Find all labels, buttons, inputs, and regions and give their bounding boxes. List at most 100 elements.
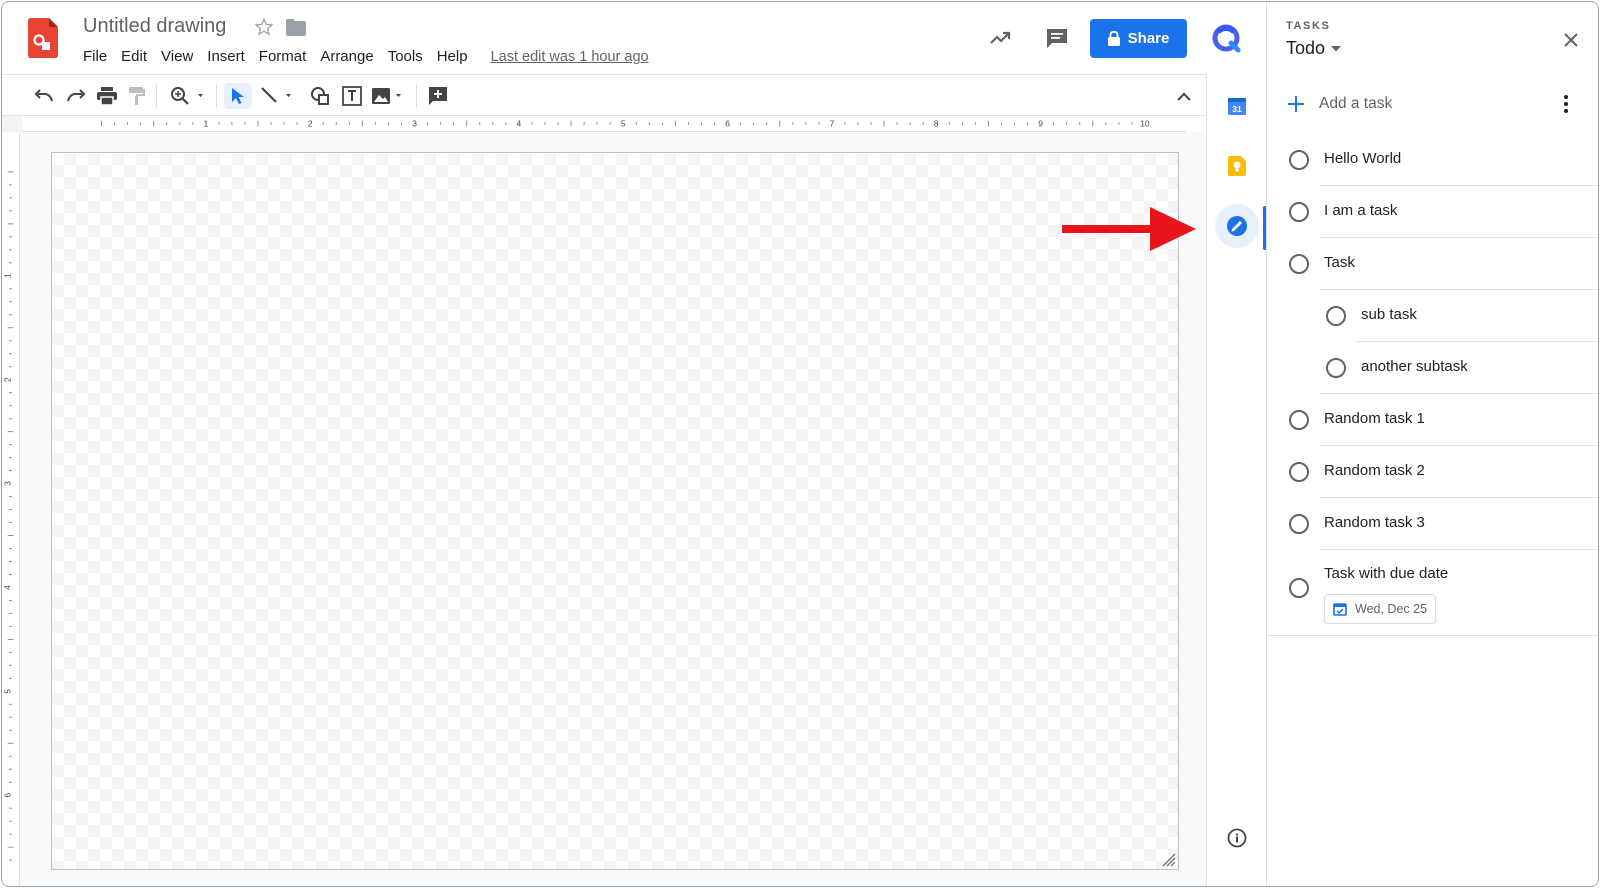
task-label[interactable]: Random task 1	[1324, 409, 1425, 429]
undo-icon	[34, 89, 53, 102]
image-button[interactable]	[370, 83, 410, 109]
comment-add-icon	[429, 87, 447, 105]
task-checkbox[interactable]	[1289, 578, 1309, 598]
textbox-button[interactable]	[340, 83, 364, 109]
task-label[interactable]: another subtask	[1361, 357, 1468, 377]
task-checkbox[interactable]	[1289, 410, 1309, 430]
subtask-item[interactable]: another subtask	[1267, 342, 1598, 394]
menu-tools[interactable]: Tools	[381, 47, 430, 67]
shape-button[interactable]	[308, 83, 332, 109]
tasks-button[interactable]	[1215, 204, 1259, 248]
collapse-toolbar-button[interactable]	[1172, 83, 1196, 109]
print-icon	[97, 87, 117, 105]
task-checkbox[interactable]	[1326, 358, 1346, 378]
task-item[interactable]: Random task 2	[1267, 446, 1598, 498]
select-icon	[232, 88, 244, 104]
task-item[interactable]: Task	[1267, 238, 1598, 290]
keep-button[interactable]	[1221, 150, 1253, 182]
zoom-button[interactable]	[167, 83, 211, 109]
task-label[interactable]: sub task	[1361, 305, 1417, 325]
line-icon	[261, 87, 291, 103]
subtask-item[interactable]: sub task	[1267, 290, 1598, 342]
side-panel-strip: 31	[1206, 74, 1267, 886]
plus-icon	[1288, 96, 1304, 112]
task-label[interactable]: Task with due date	[1324, 564, 1448, 584]
ruler-number: 9	[1038, 118, 1043, 128]
calendar-day-text: 31	[1232, 104, 1242, 114]
horizontal-ruler[interactable]: 1 2 3 4 5 6 7 8 9 10	[22, 116, 1186, 132]
last-edit-link[interactable]: Last edit was 1 hour ago	[491, 47, 649, 67]
lock-icon	[1107, 31, 1120, 46]
due-date-text: Wed, Dec 25	[1355, 602, 1428, 616]
task-checkbox[interactable]	[1289, 254, 1309, 274]
menu-edit[interactable]: Edit	[114, 47, 154, 67]
task-item[interactable]: Hello World	[1267, 134, 1598, 186]
task-item[interactable]: Random task 3	[1267, 498, 1598, 550]
ruler-number: 8	[934, 118, 939, 128]
menu-file[interactable]: File	[76, 47, 114, 67]
calendar-icon: 31	[1228, 98, 1246, 115]
print-button[interactable]	[95, 83, 119, 109]
more-vert-icon[interactable]	[1563, 94, 1569, 114]
account-icon[interactable]	[1210, 22, 1242, 54]
task-list-selector[interactable]: Todo	[1286, 38, 1342, 59]
select-button[interactable]	[224, 83, 252, 109]
task-item[interactable]: I am a task	[1267, 186, 1598, 238]
toolbar-divider	[156, 85, 157, 107]
task-checkbox[interactable]	[1326, 306, 1346, 326]
task-label[interactable]: Hello World	[1324, 149, 1401, 169]
drawings-logo-icon[interactable]	[28, 18, 58, 58]
image-icon	[372, 88, 401, 104]
task-item[interactable]: Random task 1	[1267, 394, 1598, 446]
app-header: Untitled drawing File Edit View Insert F…	[2, 2, 1266, 74]
trending-icon[interactable]	[988, 26, 1012, 50]
ruler-number: 4	[517, 118, 522, 128]
canvas-area	[20, 132, 1206, 886]
drawing-canvas[interactable]	[51, 152, 1179, 870]
ruler-number: 4	[3, 585, 13, 590]
add-comment-button[interactable]	[426, 83, 450, 109]
share-button[interactable]: Share	[1090, 19, 1187, 58]
dropdown-arrow-icon	[1331, 45, 1342, 51]
star-icon[interactable]	[254, 17, 274, 37]
comment-icon[interactable]	[1045, 26, 1069, 50]
task-label[interactable]: Task	[1324, 253, 1355, 273]
task-item-with-due-date[interactable]: Task with due date Wed, Dec 25	[1267, 550, 1598, 636]
zoom-icon	[171, 87, 203, 105]
task-label[interactable]: Random task 2	[1324, 461, 1425, 481]
info-button[interactable]	[1221, 822, 1253, 854]
due-date-chip[interactable]: Wed, Dec 25	[1324, 594, 1437, 624]
line-button[interactable]	[258, 83, 300, 109]
task-label[interactable]: I am a task	[1324, 201, 1397, 221]
paint-format-button[interactable]	[126, 83, 148, 109]
red-arrow-annotation-icon	[1062, 207, 1196, 251]
document-title[interactable]: Untitled drawing	[83, 15, 226, 38]
task-checkbox[interactable]	[1289, 462, 1309, 482]
menu-arrange[interactable]: Arrange	[313, 47, 380, 67]
ruler-number: 10	[1140, 118, 1150, 128]
task-checkbox[interactable]	[1289, 150, 1309, 170]
vertical-ruler[interactable]: 1 2 3 4 5 6	[2, 132, 20, 887]
shape-icon	[311, 87, 329, 105]
textbox-icon	[342, 86, 362, 106]
calendar-button[interactable]: 31	[1221, 90, 1253, 122]
ruler-number: 5	[3, 689, 13, 694]
task-label[interactable]: Random task 3	[1324, 513, 1425, 533]
menu-format[interactable]: Format	[252, 47, 314, 67]
undo-button[interactable]	[32, 83, 56, 109]
redo-icon	[67, 89, 86, 102]
close-icon[interactable]	[1559, 28, 1583, 52]
redo-button[interactable]	[64, 83, 88, 109]
task-list-name: Todo	[1286, 38, 1326, 58]
add-task-button[interactable]: Add a task	[1287, 92, 1392, 116]
ruler-number: 6	[725, 118, 730, 128]
resize-handle-icon[interactable]	[1160, 851, 1176, 867]
task-checkbox[interactable]	[1289, 514, 1309, 534]
folder-icon[interactable]	[286, 19, 306, 36]
menu-view[interactable]: View	[154, 47, 200, 67]
ruler-corner	[2, 116, 22, 132]
menu-help[interactable]: Help	[430, 47, 475, 67]
share-label: Share	[1127, 30, 1170, 47]
task-checkbox[interactable]	[1289, 202, 1309, 222]
menu-insert[interactable]: Insert	[200, 47, 252, 67]
